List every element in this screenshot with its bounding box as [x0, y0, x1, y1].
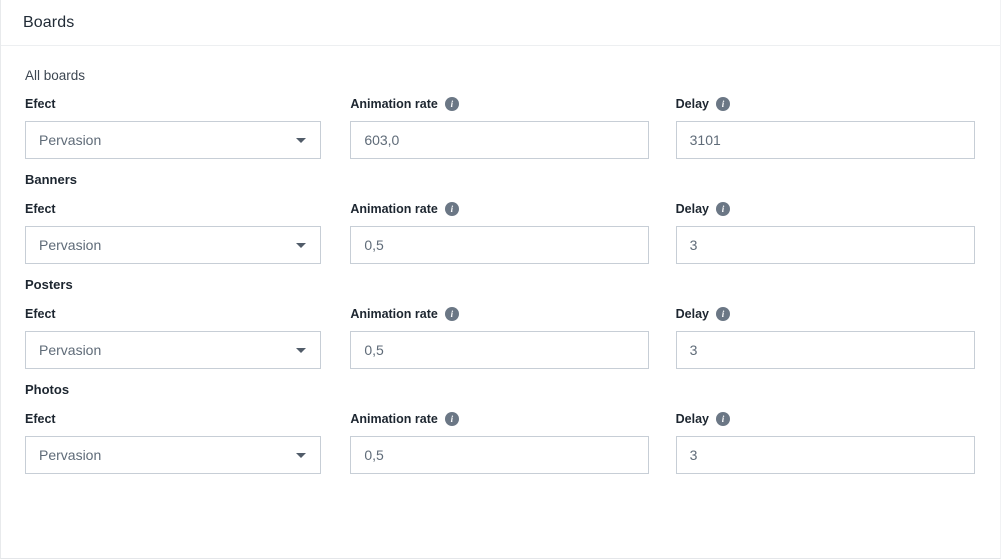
field-animation-rate: Animation rate i 0,5: [350, 411, 675, 474]
delay-input[interactable]: 3: [675, 331, 975, 369]
section-banners: Banners Efect Pervasion Animation rate i: [25, 172, 976, 264]
info-icon[interactable]: i: [444, 412, 459, 426]
delay-value: 3101: [689, 132, 721, 148]
section-heading: Photos: [25, 382, 70, 397]
settings-row: Efect Pervasion Animation rate i 603,0 D…: [25, 96, 976, 159]
animation-rate-label-text: Animation rate: [350, 411, 438, 426]
field-delay: Delay i 3: [675, 201, 976, 264]
effect-label: Efect: [25, 306, 350, 322]
animation-rate-value: 0,5: [364, 447, 384, 463]
section-heading: Banners: [25, 172, 78, 187]
section-posters: Posters Efect Pervasion Animation rate i: [25, 277, 976, 369]
effect-select[interactable]: Pervasion: [25, 121, 321, 159]
field-effect: Efect Pervasion: [25, 96, 350, 159]
effect-label-text: Efect: [25, 411, 56, 426]
animation-rate-label: Animation rate i: [350, 96, 675, 112]
info-icon[interactable]: i: [444, 97, 459, 111]
animation-rate-label: Animation rate i: [350, 306, 675, 322]
chevron-down-icon: [296, 242, 306, 248]
animation-rate-value: 0,5: [364, 342, 384, 358]
field-effect: Efect Pervasion: [25, 306, 350, 369]
delay-label: Delay i: [676, 201, 976, 217]
effect-label-text: Efect: [25, 96, 56, 111]
delay-value: 3: [689, 342, 698, 358]
effect-select[interactable]: Pervasion: [25, 226, 321, 264]
delay-input[interactable]: 3101: [675, 121, 975, 159]
delay-label-text: Delay: [675, 96, 709, 111]
info-icon[interactable]: i: [444, 202, 459, 216]
section-all-boards: All boards Efect Pervasion Animation rat…: [25, 68, 976, 159]
effect-label: Efect: [25, 201, 350, 217]
info-icon[interactable]: i: [715, 202, 730, 216]
settings-row: Efect Pervasion Animation rate i 0,5 Del…: [25, 201, 976, 264]
animation-rate-label-text: Animation rate: [350, 96, 438, 111]
boards-settings-panel: Boards All boards Efect Pervasion Animat…: [0, 0, 1001, 559]
delay-value: 3: [689, 237, 698, 253]
delay-value: 3: [689, 447, 698, 463]
animation-rate-label: Animation rate i: [350, 201, 675, 217]
effect-label: Efect: [25, 411, 350, 427]
field-animation-rate: Animation rate i 603,0: [350, 96, 675, 159]
delay-label-text: Delay: [675, 201, 709, 216]
effect-select-value: Pervasion: [39, 132, 102, 148]
effect-select[interactable]: Pervasion: [25, 436, 321, 474]
panel-body: All boards Efect Pervasion Animation rat…: [1, 46, 1000, 474]
field-effect: Efect Pervasion: [25, 201, 350, 264]
delay-label-text: Delay: [675, 411, 709, 426]
info-icon[interactable]: i: [715, 307, 730, 321]
delay-label: Delay i: [676, 96, 976, 112]
effect-select-value: Pervasion: [39, 342, 102, 358]
info-icon[interactable]: i: [715, 412, 730, 426]
delay-input[interactable]: 3: [675, 226, 975, 264]
animation-rate-input[interactable]: 603,0: [350, 121, 650, 159]
animation-rate-input[interactable]: 0,5: [350, 226, 650, 264]
field-effect: Efect Pervasion: [25, 411, 350, 474]
effect-select[interactable]: Pervasion: [25, 331, 321, 369]
effect-label-text: Efect: [25, 306, 56, 321]
animation-rate-label-text: Animation rate: [350, 201, 438, 216]
chevron-down-icon: [296, 452, 306, 458]
effect-label: Efect: [25, 96, 350, 112]
field-delay: Delay i 3101: [675, 96, 976, 159]
animation-rate-label: Animation rate i: [350, 411, 675, 427]
delay-label: Delay i: [676, 411, 976, 427]
settings-row: Efect Pervasion Animation rate i 0,5 Del…: [25, 411, 976, 474]
field-animation-rate: Animation rate i 0,5: [350, 306, 675, 369]
panel-header: Boards: [1, 0, 1000, 46]
animation-rate-label-text: Animation rate: [350, 306, 438, 321]
animation-rate-input[interactable]: 0,5: [350, 331, 650, 369]
field-delay: Delay i 3: [675, 306, 976, 369]
delay-label-text: Delay: [675, 306, 709, 321]
section-photos: Photos Efect Pervasion Animation rate i: [25, 382, 976, 474]
settings-row: Efect Pervasion Animation rate i 0,5 Del…: [25, 306, 976, 369]
field-animation-rate: Animation rate i 0,5: [350, 201, 675, 264]
section-heading: All boards: [25, 68, 86, 83]
effect-label-text: Efect: [25, 201, 56, 216]
chevron-down-icon: [296, 347, 306, 353]
section-heading: Posters: [25, 277, 73, 292]
animation-rate-value: 603,0: [364, 132, 400, 148]
animation-rate-value: 0,5: [364, 237, 384, 253]
field-delay: Delay i 3: [675, 411, 976, 474]
delay-label: Delay i: [676, 306, 976, 322]
animation-rate-input[interactable]: 0,5: [350, 436, 650, 474]
delay-input[interactable]: 3: [675, 436, 975, 474]
page-title: Boards: [23, 13, 75, 31]
effect-select-value: Pervasion: [39, 447, 102, 463]
chevron-down-icon: [296, 137, 306, 143]
effect-select-value: Pervasion: [39, 237, 102, 253]
info-icon[interactable]: i: [715, 97, 730, 111]
info-icon[interactable]: i: [444, 307, 459, 321]
